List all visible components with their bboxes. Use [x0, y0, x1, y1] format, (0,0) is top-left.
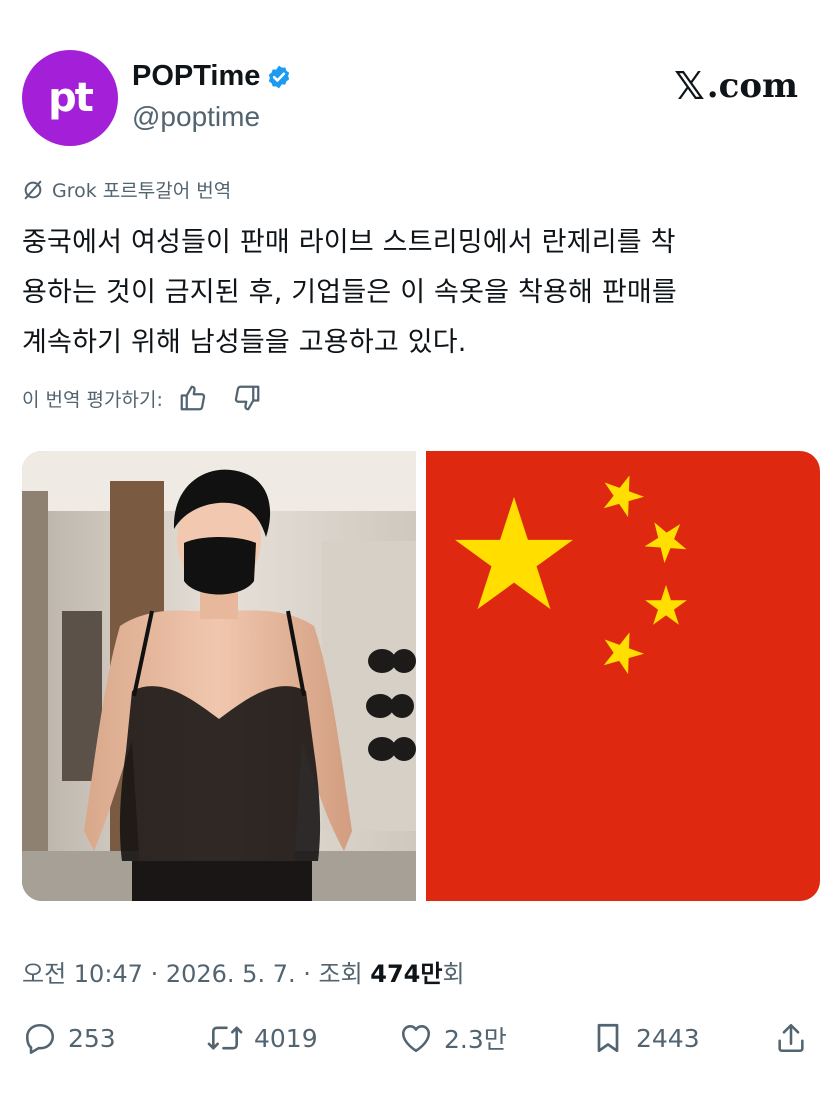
view-count-suffix: 회 — [442, 960, 465, 988]
translation-indicator: Grok 포르투갈어 번역 — [22, 176, 231, 203]
repost-button[interactable]: 4019 — [206, 1020, 318, 1056]
author-handle[interactable]: @poptime — [132, 101, 292, 133]
store-photo-illustration — [22, 451, 416, 901]
reply-count: 253 — [68, 1023, 116, 1053]
verified-badge-icon — [269, 65, 290, 88]
rate-translation-label: 이 번역 평가하기: — [22, 388, 163, 411]
translation-label: Grok 포르투갈어 번역 — [52, 180, 232, 202]
flag-small-star — [644, 522, 687, 563]
like-count: 2.3만 — [444, 1025, 507, 1054]
flag-large-star — [455, 497, 573, 610]
site-logo-suffix: .com — [706, 66, 798, 106]
tweet-text-line: 중국에서 여성들이 판매 라이브 스트리밍에서 란제리를 착 — [22, 227, 676, 258]
author-block: POPTime @poptime — [132, 60, 292, 133]
repost-count: 4019 — [254, 1023, 318, 1053]
tweet-text-line: 용하는 것이 금지된 후, 기업들은 이 속옷을 착용해 판매를 — [22, 277, 677, 308]
avatar[interactable]: pt — [22, 50, 118, 146]
grok-icon — [24, 180, 42, 199]
tweet-timestamp[interactable]: 오전 10:47 · 2026. 5. 7. · 조회 — [22, 960, 370, 988]
china-flag-stars — [455, 475, 687, 675]
rate-translation-row: 이 번역 평가하기: — [22, 382, 263, 414]
tweet-text-line: 계속하기 위해 남성들을 고용하고 있다. — [22, 327, 467, 358]
repost-icon — [207, 1026, 243, 1050]
left-photo[interactable] — [22, 451, 416, 901]
like-button[interactable]: 2.3만 — [398, 1020, 507, 1056]
share-icon — [778, 1023, 804, 1053]
china-flag-image[interactable] — [426, 451, 820, 901]
bookmark-icon — [597, 1023, 619, 1053]
flag-small-star — [603, 632, 644, 675]
tweet-text: 중국에서 여성들이 판매 라이브 스트리밍에서 란제리를 착 용하는 것이 금지… — [22, 218, 822, 368]
author-display-name-row[interactable]: POPTime — [132, 60, 292, 93]
flag-small-star — [603, 475, 644, 518]
tweet-header: pt POPTime @poptime 𝕏 .com — [22, 50, 818, 150]
bookmark-button[interactable]: 2443 — [590, 1020, 700, 1056]
thumbs-down-icon — [234, 385, 260, 411]
share-button[interactable] — [774, 1020, 818, 1056]
thumbs-up-icon — [180, 385, 206, 411]
reply-button[interactable]: 253 — [22, 1020, 116, 1056]
author-display-name[interactable]: POPTime — [132, 60, 260, 93]
heart-icon — [401, 1025, 431, 1053]
action-bar: 253 4019 2.3만 2443 — [22, 1020, 820, 1080]
reply-icon — [25, 1023, 55, 1054]
media-grid — [22, 451, 820, 901]
view-count: 474만 — [370, 960, 443, 988]
x-logo-icon: 𝕏 — [674, 64, 705, 108]
thumbs-down-button[interactable] — [231, 382, 263, 414]
tweet-meta: 오전 10:47 · 2026. 5. 7. · 조회 474만회 — [22, 954, 465, 989]
x-com-logo: 𝕏 .com — [674, 64, 798, 108]
bookmark-count: 2443 — [636, 1023, 700, 1053]
flag-small-star — [645, 585, 687, 625]
thumbs-up-button[interactable] — [177, 382, 209, 414]
